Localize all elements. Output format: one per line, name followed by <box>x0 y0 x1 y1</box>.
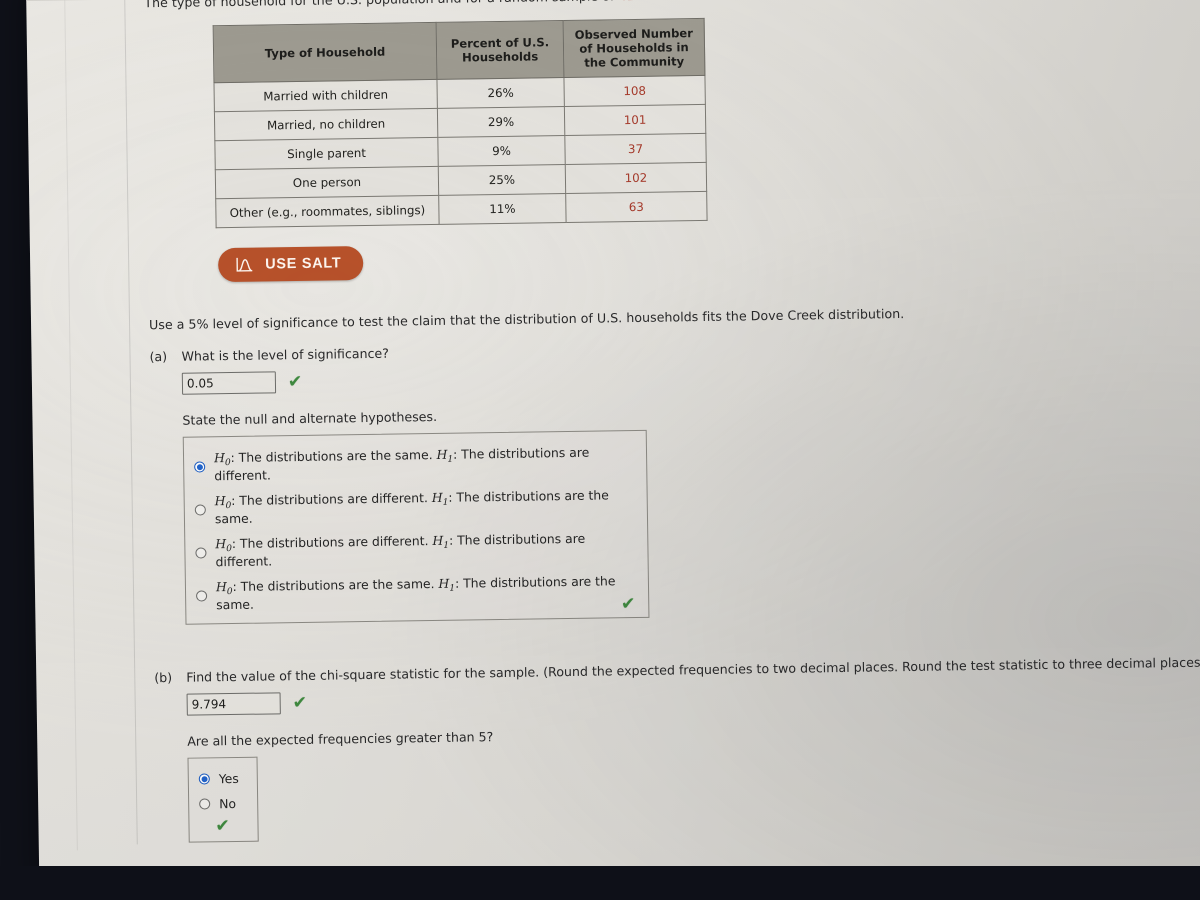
hypothesis-option-2[interactable]: H0: The distributions are different. H1:… <box>194 482 636 532</box>
hypothesis-option-3[interactable]: H0: The distributions are different. H1:… <box>195 525 636 575</box>
hypothesis-option-4[interactable]: H0: The distributions are the same. H1: … <box>196 568 637 618</box>
cell-type: One person <box>215 166 439 200</box>
monitor-photo: ‹ › ⟳ webassign.net/web/Student/Assignme… <box>0 0 1200 900</box>
cell-observed: 101 <box>564 104 706 136</box>
col-header-percent-line2: Households <box>461 49 539 65</box>
cell-percent: 25% <box>438 164 566 196</box>
freq-option-yes-label: Yes <box>218 771 239 787</box>
cell-percent: 9% <box>437 135 566 167</box>
part-b-correct-check: ✔ <box>292 692 308 714</box>
table-header-row: Type of Household Percent of U.S. Househ… <box>213 18 705 84</box>
col-header-observed-line1: Observed Number <box>574 26 694 42</box>
hypothesis-option-2-label: H0: The distributions are different. H1:… <box>214 487 609 527</box>
radio-freq-yes[interactable] <box>198 773 210 785</box>
hypotheses-radio-group: H0: The distributions are the same. H1: … <box>182 430 650 626</box>
hypothesis-option-1-label: H0: The distributions are the same. H1: … <box>213 445 590 484</box>
household-table: Type of Household Percent of U.S. Househ… <box>212 17 708 229</box>
monitor-bezel <box>0 866 1200 900</box>
col-header-observed-line3: the Community <box>584 54 685 71</box>
cell-type: Married with children <box>213 79 438 113</box>
hypothesis-option-4-label: H0: The distributions are the same. H1: … <box>215 573 616 613</box>
cell-percent: 29% <box>437 106 565 138</box>
col-header-percent: Percent of U.S. Households <box>436 20 564 80</box>
intro-text-after: households from a community in Montana a… <box>643 0 1029 3</box>
col-header-percent-line1: Percent of U.S. <box>450 35 550 51</box>
assignment-page: The type of household for the U.S. popul… <box>26 0 1200 900</box>
cell-type: Married, no children <box>214 108 438 142</box>
col-header-observed-line2: of Households in <box>579 40 689 56</box>
question-content: The type of household for the U.S. popul… <box>144 0 1200 900</box>
cell-type: Other (e.g., roommates, siblings) <box>215 195 440 229</box>
expected-frequency-question: Are all the expected frequencies greater… <box>187 729 494 750</box>
freq-option-yes[interactable]: Yes <box>198 766 245 792</box>
sample-size-value: 411 <box>618 0 642 3</box>
freq-correct-check: ✔ <box>215 816 230 837</box>
radio-hypothesis-1[interactable] <box>194 461 206 473</box>
part-a-answer-row: ✔ <box>181 359 1150 396</box>
use-salt-label: USE SALT <box>265 255 342 273</box>
claim-statement: Use a 5% level of significance to test t… <box>148 306 905 333</box>
col-header-observed: Observed Number of Households in the Com… <box>563 18 705 78</box>
col-header-type-line1: Type of Household <box>264 44 386 61</box>
cell-type: Single parent <box>214 137 439 171</box>
hypothesis-option-3-label: H0: The distributions are different. H1:… <box>215 531 586 570</box>
part-a-correct-check: ✔ <box>287 371 303 393</box>
part-a-label: (a) <box>149 349 168 365</box>
part-a-question: What is the level of significance? <box>181 346 390 365</box>
chi-square-statistic-input[interactable] <box>186 692 281 717</box>
cell-observed: 102 <box>565 162 707 194</box>
radio-hypothesis-2[interactable] <box>194 504 206 516</box>
part-b-label: (b) <box>154 670 173 686</box>
freq-option-no-label: No <box>219 796 237 812</box>
intro-text-before: The type of household for the U.S. popul… <box>144 0 618 10</box>
level-of-significance-input[interactable] <box>181 371 277 396</box>
hypothesis-option-1[interactable]: H0: The distributions are the same. H1: … <box>194 439 635 489</box>
cell-observed: 63 <box>565 191 708 223</box>
page-edge-line <box>64 0 78 851</box>
cell-observed: 37 <box>564 133 707 165</box>
radio-hypothesis-3[interactable] <box>195 547 207 559</box>
radio-hypothesis-4[interactable] <box>196 590 208 602</box>
use-salt-button[interactable]: USE SALT <box>217 246 364 283</box>
col-header-type: Type of Household <box>213 22 437 84</box>
freq-option-no[interactable]: No <box>199 791 245 817</box>
hypotheses-correct-check: ✔ <box>620 594 636 615</box>
distribution-curve-icon <box>235 257 254 273</box>
content-margin-line <box>124 0 138 845</box>
intro-paragraph: The type of household for the U.S. popul… <box>144 0 1144 10</box>
cell-observed: 108 <box>563 75 706 107</box>
cell-percent: 11% <box>438 193 567 225</box>
expected-frequency-radio-group: Yes No ✔ <box>187 757 259 844</box>
cell-percent: 26% <box>436 77 565 109</box>
hypotheses-prompt: State the null and alternate hypotheses. <box>182 409 438 429</box>
browser-screen: ‹ › ⟳ webassign.net/web/Student/Assignme… <box>26 0 1200 900</box>
part-b-answer-row: ✔ <box>186 680 1155 717</box>
radio-freq-no[interactable] <box>199 798 211 810</box>
